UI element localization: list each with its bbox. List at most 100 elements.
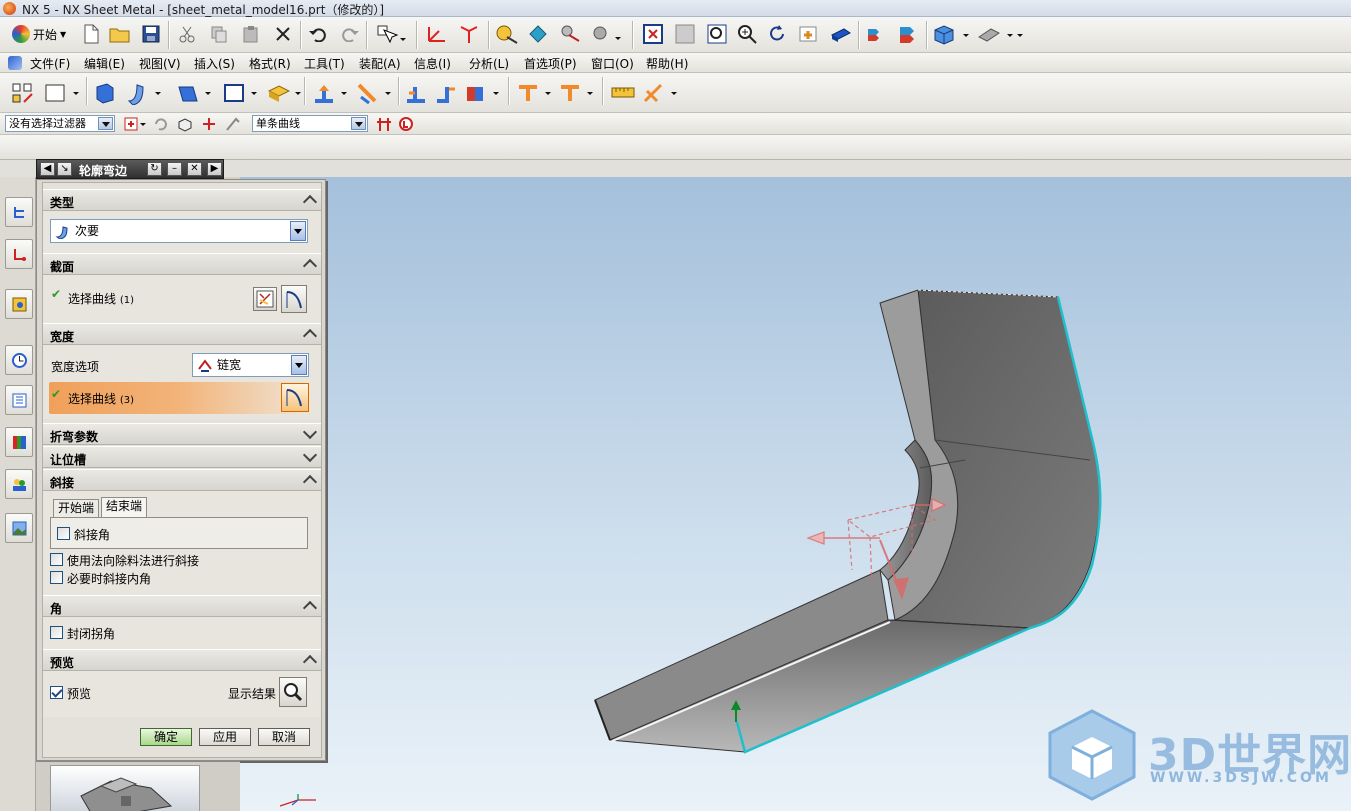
menu-assembly[interactable]: 装配(A) xyxy=(359,55,401,72)
curve-section-button[interactable] xyxy=(281,285,307,313)
new-icon[interactable] xyxy=(80,23,102,45)
solid-punch-icon[interactable] xyxy=(264,80,308,106)
contour-flange-icon[interactable] xyxy=(124,80,168,106)
tab-icon[interactable] xyxy=(42,80,84,106)
expand-right-icon[interactable]: ▶ xyxy=(207,162,222,176)
history-tab[interactable] xyxy=(5,345,33,375)
collapse-icon[interactable] xyxy=(303,599,319,614)
zoom-in-out-icon[interactable] xyxy=(734,22,760,46)
corner-icon[interactable] xyxy=(354,80,398,106)
show-result-button[interactable] xyxy=(279,677,307,707)
unbend-icon[interactable] xyxy=(402,80,430,106)
section-miter-header[interactable]: 斜接 xyxy=(43,469,321,491)
dialog-title-bar[interactable]: ◀ ↘ 轮廓弯边 ↻ – ✕ ▶ xyxy=(36,159,224,179)
snap-arc-icon[interactable] xyxy=(222,115,244,133)
ok-button[interactable]: 确定 xyxy=(140,728,192,746)
move-feature-icon[interactable] xyxy=(558,22,584,46)
stop-at-intersection-icon[interactable] xyxy=(374,115,394,133)
system-scene-tab[interactable] xyxy=(5,513,33,543)
csys-icon[interactable] xyxy=(456,22,482,46)
cut-icon[interactable] xyxy=(176,23,198,45)
save-icon[interactable] xyxy=(140,23,162,45)
menu-preferences[interactable]: 首选项(P) xyxy=(524,55,577,72)
layer-icon[interactable] xyxy=(864,22,890,46)
undo-icon[interactable] xyxy=(306,23,330,45)
follow-fillet-icon[interactable] xyxy=(396,115,416,133)
louver-icon[interactable] xyxy=(174,80,218,106)
reuse-library-tab[interactable] xyxy=(5,385,33,415)
constraint-navigator-tab[interactable] xyxy=(5,239,33,269)
preview-checkbox[interactable] xyxy=(50,686,63,699)
width-option-dropdown[interactable]: 链宽 xyxy=(192,353,309,377)
expand-icon[interactable] xyxy=(303,450,319,465)
flat-solid-icon[interactable] xyxy=(462,80,506,106)
open-icon[interactable] xyxy=(108,23,132,45)
curve-rule-dropdown[interactable]: 单条曲线 xyxy=(252,115,368,132)
collapse-icon[interactable] xyxy=(303,473,319,488)
measure-icon[interactable] xyxy=(608,80,638,106)
collapse-icon[interactable] xyxy=(303,653,319,668)
assembly-navigator-tab[interactable] xyxy=(5,197,33,227)
start-button[interactable]: 开始 ▼ xyxy=(8,22,70,46)
menu-tools[interactable]: 工具(T) xyxy=(304,55,345,72)
minimize-icon[interactable]: – xyxy=(167,162,182,176)
type-filter-dropdown[interactable]: 没有选择过滤器 xyxy=(5,115,115,132)
roles-tab[interactable] xyxy=(5,469,33,499)
use-normal-cutout-checkbox[interactable] xyxy=(50,553,63,566)
palette-tab[interactable] xyxy=(5,427,33,457)
menu-edit[interactable]: 编辑(E) xyxy=(84,55,125,72)
section-preview-header[interactable]: 预览 xyxy=(43,649,321,671)
flange-icon[interactable] xyxy=(92,80,118,106)
fit-icon[interactable] xyxy=(640,22,666,46)
bend-icon[interactable] xyxy=(310,80,354,106)
menu-analysis[interactable]: 分析(L) xyxy=(469,55,509,72)
miter-inner-corner-checkbox[interactable] xyxy=(50,571,63,584)
sketch-section-button[interactable] xyxy=(253,287,277,311)
layer-settings-icon[interactable] xyxy=(896,22,922,46)
close-corner-checkbox[interactable] xyxy=(50,626,63,639)
expand-icon[interactable] xyxy=(303,427,319,442)
snap-point-icon[interactable] xyxy=(198,115,220,133)
menu-help[interactable]: 帮助(H) xyxy=(646,55,688,72)
redo-icon[interactable] xyxy=(338,23,362,45)
edit-feature-icon[interactable] xyxy=(526,22,552,46)
zoom-window-icon[interactable] xyxy=(672,22,698,46)
menu-view[interactable]: 视图(V) xyxy=(139,55,181,72)
paste-icon[interactable] xyxy=(240,23,262,45)
rotate-icon[interactable] xyxy=(764,22,790,46)
menu-information[interactable]: 信息(I) xyxy=(414,55,451,72)
section-bend-params-header[interactable]: 折弯参数 xyxy=(43,423,321,445)
copy-icon[interactable] xyxy=(208,23,230,45)
pan-icon[interactable] xyxy=(796,22,822,46)
view-orient-icon[interactable] xyxy=(930,22,974,46)
tab-start-end[interactable]: 开始端 xyxy=(53,499,100,517)
type-dropdown[interactable]: 次要 xyxy=(50,219,308,243)
menu-format[interactable]: 格式(R) xyxy=(249,55,291,72)
close-icon[interactable]: ✕ xyxy=(187,162,202,176)
section-width-header[interactable]: 宽度 xyxy=(43,323,321,345)
wcs-icon[interactable] xyxy=(424,22,450,46)
menu-insert[interactable]: 插入(S) xyxy=(194,55,235,72)
flat-pattern-icon[interactable] xyxy=(514,80,558,106)
select-all-icon[interactable] xyxy=(122,115,148,133)
apply-button[interactable]: 应用 xyxy=(199,728,251,746)
dimple-icon[interactable] xyxy=(220,80,264,106)
reset-icon[interactable]: ↻ xyxy=(147,162,162,176)
miter-angle-checkbox[interactable] xyxy=(57,527,70,540)
menu-window[interactable]: 窗口(O) xyxy=(591,55,634,72)
graphics-window[interactable] xyxy=(240,177,1351,811)
width-select-row[interactable]: ✔ 选择曲线 (3) xyxy=(49,382,311,414)
app-menu-icon[interactable] xyxy=(8,56,22,70)
section-relief-header[interactable]: 让位槽 xyxy=(43,446,321,468)
section-corner-header[interactable]: 角 xyxy=(43,595,321,617)
rebend-icon[interactable] xyxy=(432,80,460,106)
render-style-icon[interactable] xyxy=(974,22,1024,46)
feature-icon[interactable] xyxy=(494,22,520,46)
collapse-icon[interactable] xyxy=(303,193,319,208)
menu-file[interactable]: 文件(F) xyxy=(30,55,70,72)
collapse-icon[interactable] xyxy=(303,327,319,342)
sheet-metal-prefs-icon[interactable] xyxy=(640,80,684,106)
section-type-header[interactable]: 类型 xyxy=(43,189,321,211)
width-curve-button[interactable] xyxy=(281,383,309,412)
export-flat-icon[interactable] xyxy=(556,80,600,106)
